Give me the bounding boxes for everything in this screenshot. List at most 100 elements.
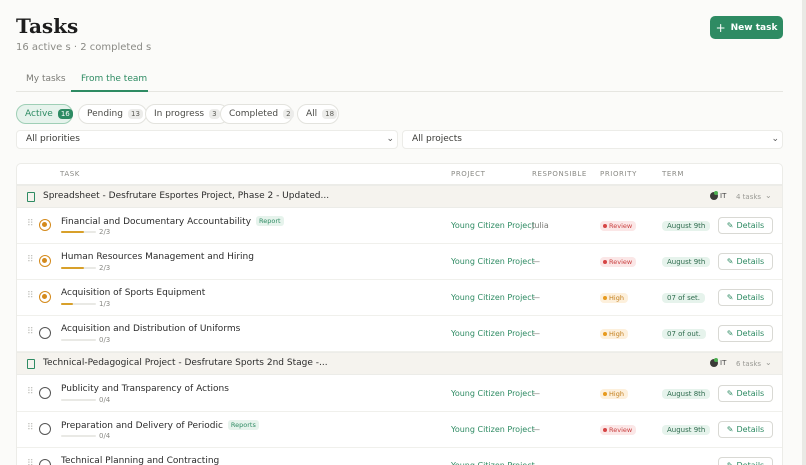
details-button[interactable]: ✎Details xyxy=(718,289,773,306)
group-count: 4 tasks xyxy=(736,193,762,201)
table-row[interactable]: ⠿ Technical Planning and Contracting Young… xyxy=(17,448,782,465)
chevron-down-icon[interactable]: ⌄ xyxy=(765,191,772,200)
details-label: Details xyxy=(736,425,765,434)
new-task-button[interactable]: + New task xyxy=(710,16,783,39)
drag-handle-icon[interactable]: ⠿ xyxy=(27,256,34,265)
status-toggle[interactable] xyxy=(39,423,51,435)
chevron-down-icon: ⌄ xyxy=(771,134,779,144)
group-header[interactable]: Technical-Pedagogical Project - Desfruta… xyxy=(17,352,782,375)
details-button[interactable]: ✎Details xyxy=(718,325,773,342)
status-toggle[interactable] xyxy=(39,219,51,231)
table-row[interactable]: ⠿ Publicity and Transparency of Actions 0/… xyxy=(17,376,782,412)
priority-label: High xyxy=(609,294,624,302)
tasks-app: Tasks 16 active s · 2 completed s + New … xyxy=(0,0,806,465)
progress-bar xyxy=(61,267,96,269)
priority-badge: Review xyxy=(600,257,637,267)
chevron-down-icon[interactable]: ⌄ xyxy=(765,358,772,367)
drag-handle-icon[interactable]: ⠿ xyxy=(27,460,34,465)
project-link[interactable]: Young Citizen Project xyxy=(451,221,535,230)
group-name: Spreadsheet - Desfrutare Esportes Projec… xyxy=(43,191,330,201)
column-project: PROJECT xyxy=(451,170,486,178)
task-title: Human Resources Management and Hiring xyxy=(61,252,254,262)
task-tag: Report xyxy=(256,216,284,226)
details-button[interactable]: ✎Details xyxy=(718,217,773,234)
table-row[interactable]: ⠿ Financial and Documentary Accountabilit… xyxy=(17,208,782,244)
project-link[interactable]: Young Citizen Project xyxy=(451,425,535,434)
filter-active[interactable]: Active 16 xyxy=(16,104,73,124)
filter-label: All xyxy=(306,109,318,119)
status-toggle[interactable] xyxy=(39,387,51,399)
page-subtitle: 16 active s · 2 completed s xyxy=(16,42,152,53)
filter-count: 13 xyxy=(127,109,143,119)
filter-all[interactable]: All 18 xyxy=(297,104,339,124)
page-title: Tasks xyxy=(16,14,79,38)
team-icon xyxy=(710,191,718,200)
task-title: Acquisition of Sports Equipment xyxy=(61,288,206,298)
tab-from-the-team[interactable]: From the team xyxy=(81,74,147,84)
drag-handle-icon[interactable]: ⠿ xyxy=(27,328,34,337)
task-name: Acquisition and Distribution of Uniforms xyxy=(61,324,240,334)
priority-dot xyxy=(603,392,607,396)
progress-fill xyxy=(61,267,85,269)
priority-select[interactable]: All priorities ⌄ xyxy=(16,130,398,149)
column-term: TERM xyxy=(662,170,685,178)
task-name: Preparation and Delivery of Periodic Repo… xyxy=(61,420,259,431)
progress-text: 1/3 xyxy=(99,300,111,308)
pencil-icon: ✎ xyxy=(726,389,734,398)
status-toggle[interactable] xyxy=(39,291,51,303)
team-icon xyxy=(710,358,718,367)
table-row[interactable]: ⠿ Human Resources Management and Hiring 2/… xyxy=(17,244,782,280)
group-tag: IT xyxy=(710,358,726,367)
table-row[interactable]: ⠿ Acquisition and Distribution of Uniform… xyxy=(17,316,782,352)
group-tag-label: IT xyxy=(720,192,727,200)
project-link[interactable]: Young Citizen Project xyxy=(451,293,535,302)
tab-bar: My tasks From the team xyxy=(16,66,783,92)
status-toggle[interactable] xyxy=(39,327,51,339)
task-name: Publicity and Transparency of Actions xyxy=(61,384,229,394)
details-label: Details xyxy=(736,257,765,266)
tab-my-tasks[interactable]: My tasks xyxy=(26,74,66,84)
project-link[interactable]: Young Citizen Project xyxy=(451,461,535,465)
filter-label: Active xyxy=(25,109,53,119)
drag-handle-icon[interactable]: ⠿ xyxy=(27,388,34,397)
table-row[interactable]: ⠿ Acquisition of Sports Equipment 1/3 Young… xyxy=(17,280,782,316)
project-select[interactable]: All projects ⌄ xyxy=(402,130,783,149)
details-button[interactable]: ✎Details xyxy=(718,253,773,270)
task-tag: Reports xyxy=(227,420,259,430)
column-responsible: RESPONSIBLE xyxy=(532,170,587,178)
filter-pending[interactable]: Pending 13 xyxy=(78,104,147,124)
progress-text: 0/3 xyxy=(99,336,111,344)
scrollbar[interactable] xyxy=(802,0,806,465)
drag-handle-icon[interactable]: ⠿ xyxy=(27,292,34,301)
drag-handle-icon[interactable]: ⠿ xyxy=(27,220,34,229)
filter-label: Completed xyxy=(229,109,279,119)
status-toggle[interactable] xyxy=(39,255,51,267)
document-icon xyxy=(27,359,35,369)
responsible: — xyxy=(532,293,540,302)
drag-handle-icon[interactable]: ⠿ xyxy=(27,424,34,433)
pencil-icon: ✎ xyxy=(726,329,734,338)
pencil-icon: ✎ xyxy=(726,221,734,230)
priority-badge: Review xyxy=(600,221,637,231)
responsible: — xyxy=(532,425,540,434)
table-header: TASK PROJECT RESPONSIBLE PRIORITY TERM xyxy=(17,164,782,185)
details-button[interactable]: ✎Details xyxy=(718,457,773,465)
details-button[interactable]: ✎Details xyxy=(718,385,773,402)
pencil-icon: ✎ xyxy=(727,461,734,465)
project-link[interactable]: Young Citizen Project xyxy=(451,257,535,266)
group-header[interactable]: Spreadsheet - Desfrutare Esportes Projec… xyxy=(17,185,782,208)
filter-count: 2 xyxy=(283,109,294,119)
term-badge: August 9th xyxy=(662,257,711,267)
status-toggle[interactable] xyxy=(39,459,51,465)
task-name: Acquisition of Sports Equipment xyxy=(61,288,205,298)
project-link[interactable]: Young Citizen Project xyxy=(451,329,535,338)
project-link[interactable]: Young Citizen Project xyxy=(451,389,535,398)
priority-dot xyxy=(603,224,607,228)
details-label: Details xyxy=(736,221,765,230)
table-row[interactable]: ⠿ Preparation and Delivery of Periodic Rep… xyxy=(17,412,782,448)
filter-in-progress[interactable]: In progress 3 xyxy=(145,104,229,124)
details-button[interactable]: ✎Details xyxy=(718,421,773,438)
priority-label: High xyxy=(609,390,624,398)
filter-completed[interactable]: Completed 2 xyxy=(220,104,294,124)
task-title: Preparation and Delivery of Periodic xyxy=(61,421,223,431)
